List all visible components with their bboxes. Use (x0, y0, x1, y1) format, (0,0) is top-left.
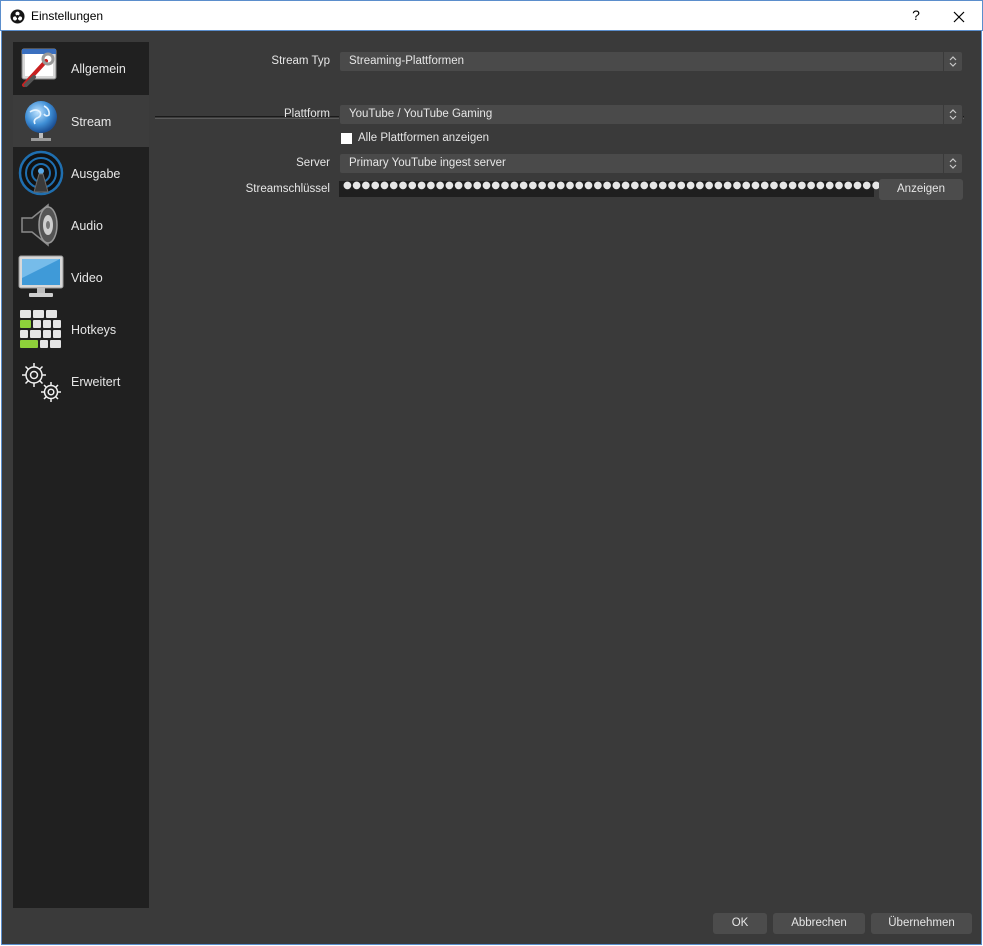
server-select[interactable]: Primary YouTube ingest server (339, 153, 963, 174)
spin-arrows-icon (943, 52, 957, 71)
platform-select[interactable]: YouTube / YouTube Gaming (339, 104, 963, 125)
server-value: Primary YouTube ingest server (349, 157, 506, 169)
monitor-icon (18, 255, 64, 297)
stream-type-value: Streaming-Plattformen (349, 55, 465, 67)
show-key-button[interactable]: Anzeigen (879, 179, 963, 200)
ok-button[interactable]: OK (713, 913, 767, 934)
sidebar-item-label: Allgemein (71, 62, 126, 76)
title-bar: Einstellungen ? (0, 0, 983, 31)
window-title: Einstellungen (31, 9, 104, 23)
broadcast-icon (18, 150, 64, 196)
platform-label: Plattform (283, 108, 330, 120)
stream-key-label: Streamschlüssel (245, 183, 330, 195)
sidebar-item-label: Video (71, 271, 103, 285)
spin-arrows-icon (943, 154, 957, 173)
globe-icon (25, 101, 57, 141)
sidebar-item-label: Stream (71, 115, 112, 129)
sidebar-item-video[interactable]: Video (13, 251, 149, 303)
sidebar-item-label: Hotkeys (71, 323, 117, 337)
settings-window: Allgemein Stream Ausgabe Audio Video Hot… (1, 31, 982, 945)
sidebar-item-hotkeys[interactable]: Hotkeys (13, 303, 149, 355)
sidebar-item-stream[interactable]: Stream (13, 95, 149, 147)
sidebar-item-label: Ausgabe (71, 167, 121, 181)
stream-type-label: Stream Typ (271, 55, 330, 67)
general-icon (21, 48, 57, 87)
show-all-platforms-checkbox[interactable] (341, 133, 352, 144)
sidebar-item-label: Audio (71, 219, 103, 233)
apply-button[interactable]: Übernehmen (871, 913, 972, 934)
cancel-button[interactable]: Abbrechen (773, 913, 865, 934)
speaker-icon (21, 203, 58, 247)
obs-logo-icon (10, 9, 25, 24)
sidebar-item-erweitert[interactable]: Erweitert (13, 355, 149, 407)
sidebar-item-ausgabe[interactable]: Ausgabe (13, 147, 149, 199)
server-label: Server (296, 157, 330, 169)
sidebar-item-audio[interactable]: Audio (13, 199, 149, 251)
close-icon[interactable] (949, 7, 969, 27)
platform-value: YouTube / YouTube Gaming (349, 108, 493, 120)
keyboard-icon (20, 310, 61, 348)
sidebar-item-label: Erweitert (71, 375, 121, 389)
gears-icon (22, 363, 61, 402)
show-all-platforms-label[interactable]: Alle Plattformen anzeigen (358, 132, 489, 144)
stream-type-select[interactable]: Streaming-Plattformen (339, 51, 963, 72)
stream-key-input[interactable]: ●●●●●●●●●●●●●●●●●●●●●●●●●●●●●●●●●●●●●●●●… (339, 180, 899, 197)
sidebar-item-allgemein[interactable]: Allgemein (13, 42, 149, 94)
spin-arrows-icon (943, 105, 957, 124)
help-button[interactable]: ? (908, 7, 924, 25)
settings-sidebar: Allgemein Stream Ausgabe Audio Video Hot… (13, 42, 149, 908)
stream-key-masked: ●●●●●●●●●●●●●●●●●●●●●●●●●●●●●●●●●●●●●●●●… (343, 180, 900, 191)
